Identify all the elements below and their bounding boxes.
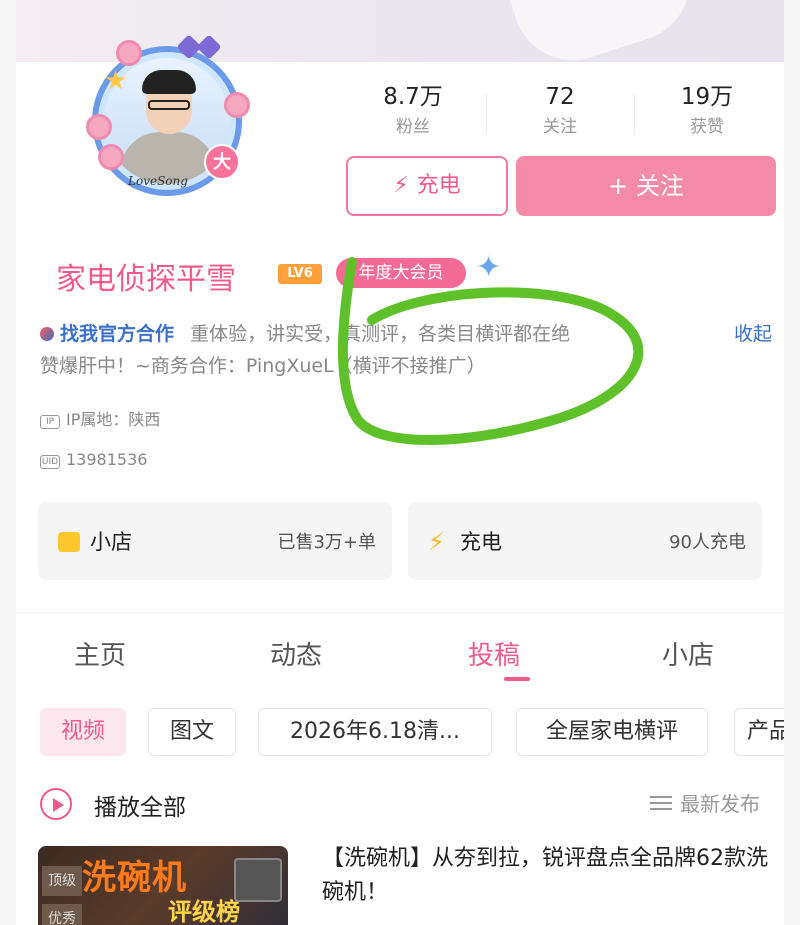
mascot-icon[interactable]: ✦ <box>476 250 501 285</box>
stat-following[interactable]: 72 关注 <box>487 80 633 140</box>
stat-value: 19万 <box>680 84 734 110</box>
lightning-bolt-icon: ⚡ <box>393 173 409 198</box>
avatar-signature: LoveSong <box>128 174 188 188</box>
level-badge[interactable]: LV6 <box>278 264 322 284</box>
avatar-hair <box>142 70 196 94</box>
star-icon: ★ <box>104 66 128 96</box>
ip-location-text: IP属地：陕西 <box>66 410 161 429</box>
charge-button[interactable]: ⚡ 充电 <box>346 156 508 216</box>
tab-submissions[interactable]: 投稿 <box>468 635 520 672</box>
partner-link[interactable]: 找我官方合作 <box>40 323 174 345</box>
flower-decoration <box>224 92 250 118</box>
tab-home[interactable]: 主页 <box>74 635 126 672</box>
chip-video[interactable]: 视频 <box>40 708 126 756</box>
bio-line: 找我官方合作 重体验，讲实受，真测评，各类目横评都在绝 收起 <box>40 318 776 350</box>
list-lines-icon <box>650 796 672 810</box>
stat-label: 粉丝 <box>396 117 430 137</box>
shop-panel-value: 已售3万+单 <box>277 532 376 553</box>
tab-bar: 主页 动态 投稿 小店 <box>16 612 784 682</box>
video-thumbnail[interactable]: 顶级 优秀 洗碗机 评级榜 <box>38 846 288 925</box>
bio-text: 赞爆肝中！~商务合作：PingXueL（横评不接推广） <box>40 355 486 377</box>
dishwasher-icon <box>234 858 282 902</box>
partner-icon <box>40 327 54 341</box>
vip-badge[interactable]: 年度大会员 <box>336 258 466 288</box>
follow-button[interactable]: + 关注 <box>516 156 776 216</box>
avatar[interactable]: ★ 大 LoveSong <box>64 34 264 204</box>
stat-fans[interactable]: 8.7万 粉丝 <box>340 80 486 140</box>
bio-line: 赞爆肝中！~商务合作：PingXueL（横评不接推广） <box>40 350 776 382</box>
profile-page: ★ 大 LoveSong 8.7万 粉丝 72 关注 19万 获赞 ⚡ 充电 + … <box>0 0 800 925</box>
stat-label: 关注 <box>543 117 577 137</box>
active-tab-indicator <box>504 677 530 681</box>
chip-image-text[interactable]: 图文 <box>148 708 236 756</box>
play-all-label: 播放全部 <box>94 795 186 821</box>
charge-panel[interactable]: ⚡ 充电 90人充电 <box>408 502 762 580</box>
banner-decoration <box>506 0 706 76</box>
collapse-link[interactable]: 收起 <box>734 318 772 350</box>
uid-text: 13981536 <box>66 450 148 469</box>
ip-location: IP IP属地：陕西 <box>40 406 160 430</box>
username: 家电侦探平雪 <box>56 262 236 297</box>
charge-button-label: 充电 <box>416 173 461 198</box>
chip-618-guide[interactable]: 2026年6.18清... <box>258 708 492 756</box>
flower-decoration <box>86 114 112 140</box>
flower-decoration <box>116 40 142 66</box>
partner-link-label: 找我官方合作 <box>60 323 175 345</box>
uid-row[interactable]: UID 13981536 <box>40 450 147 469</box>
stat-value: 72 <box>545 84 575 110</box>
play-circle-icon <box>40 788 72 820</box>
uid-tag-icon: UID <box>40 455 60 469</box>
thumb-side-label: 顶级 <box>42 866 82 896</box>
bio: 找我官方合作 重体验，讲实受，真测评，各类目横评都在绝 收起 赞爆肝中！~商务合… <box>40 318 776 382</box>
stat-likes[interactable]: 19万 获赞 <box>634 80 780 140</box>
avatar-badge: 大 <box>204 144 240 180</box>
shop-panel-title: 小店 <box>90 530 132 554</box>
avatar-glasses <box>148 100 190 110</box>
thumb-subtitle: 评级榜 <box>168 898 240 925</box>
tab-shop[interactable]: 小店 <box>662 635 714 672</box>
stats-row: 8.7万 粉丝 72 关注 19万 获赞 <box>340 80 780 150</box>
shop-bag-icon <box>58 532 80 552</box>
filter-chips: 视频 图文 2026年6.18清... 全屋家电横评 产品 <box>40 708 784 756</box>
thumb-side-label: 优秀 <box>42 904 82 925</box>
chip-whole-house[interactable]: 全屋家电横评 <box>516 708 708 756</box>
shop-panel[interactable]: 小店 已售3万+单 <box>38 502 392 580</box>
flower-decoration <box>98 144 124 170</box>
tab-dynamic[interactable]: 动态 <box>270 635 322 672</box>
sort-toggle[interactable]: 最新发布 <box>650 788 760 817</box>
charge-panel-value: 90人充电 <box>669 532 746 553</box>
bow-decoration <box>180 36 220 60</box>
charge-panel-title: 充电 <box>460 530 502 554</box>
chip-products[interactable]: 产品 <box>734 708 784 756</box>
profile-card: ★ 大 LoveSong 8.7万 粉丝 72 关注 19万 获赞 ⚡ 充电 + … <box>16 0 784 925</box>
lightning-bolt-icon: ⚡ <box>428 528 445 556</box>
ip-tag-icon: IP <box>40 415 60 429</box>
stat-value: 8.7万 <box>383 84 443 110</box>
stat-label: 获赞 <box>690 117 724 137</box>
video-title[interactable]: 【洗碗机】从夯到拉，锐评盘点全品牌62款洗碗机！ <box>322 842 772 910</box>
bio-text: 重体验，讲实受，真测评，各类目横评都在绝 <box>190 323 571 345</box>
sort-label: 最新发布 <box>680 792 760 816</box>
